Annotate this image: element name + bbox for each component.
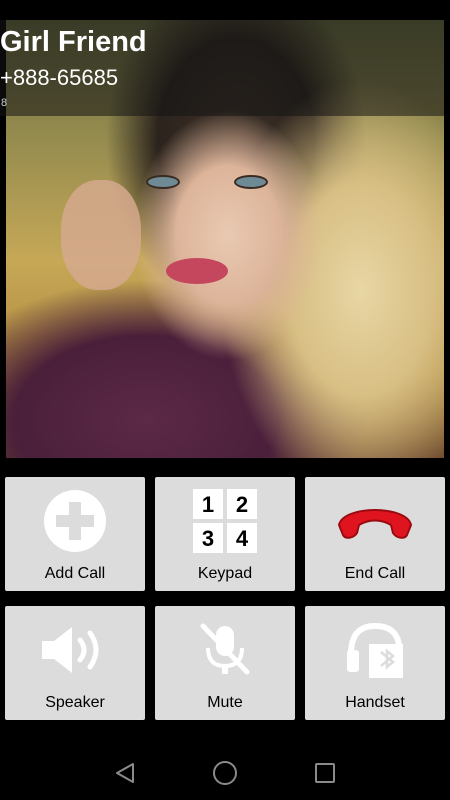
keypad-digit-4: 4	[236, 526, 249, 551]
home-circle-icon[interactable]	[200, 748, 250, 798]
mic-off-icon	[155, 616, 295, 684]
bluetooth-headset-icon	[305, 616, 445, 684]
keypad-label: Keypad	[197, 565, 253, 582]
keypad-digit-1: 1	[202, 492, 214, 517]
plus-circle-icon	[5, 487, 145, 555]
caller-number: +888-65685	[0, 65, 119, 90]
photo-eye-left	[146, 175, 180, 189]
keypad-icon: 1 2 3 4	[155, 487, 295, 555]
keypad-digit-3: 3	[202, 526, 214, 551]
call-duration: 8	[1, 97, 8, 109]
photo-hand	[61, 180, 141, 290]
recents-square-icon[interactable]	[300, 748, 350, 798]
incoming-call-screen: Girl Friend +888-65685 8 Add Call 1 2 3 …	[0, 0, 450, 800]
speaker-icon	[5, 616, 145, 684]
end-call-label: End Call	[344, 565, 406, 582]
navigation-bar	[0, 746, 450, 800]
add-call-label: Add Call	[44, 565, 106, 582]
photo-eye-right	[234, 175, 268, 189]
photo-lips	[166, 258, 228, 284]
handset-button[interactable]: Handset	[305, 606, 445, 720]
keypad-button[interactable]: 1 2 3 4 Keypad	[155, 477, 295, 591]
caller-name: Girl Friend	[0, 26, 147, 58]
speaker-button[interactable]: Speaker	[5, 606, 145, 720]
phone-hangup-icon	[305, 487, 445, 555]
speaker-label: Speaker	[45, 694, 105, 711]
mute-label: Mute	[207, 694, 243, 711]
end-call-button[interactable]: End Call	[305, 477, 445, 591]
keypad-digit-2: 2	[236, 492, 248, 517]
back-triangle-icon[interactable]	[100, 748, 150, 798]
mute-button[interactable]: Mute	[155, 606, 295, 720]
add-call-button[interactable]: Add Call	[5, 477, 145, 591]
handset-label: Handset	[345, 694, 405, 711]
